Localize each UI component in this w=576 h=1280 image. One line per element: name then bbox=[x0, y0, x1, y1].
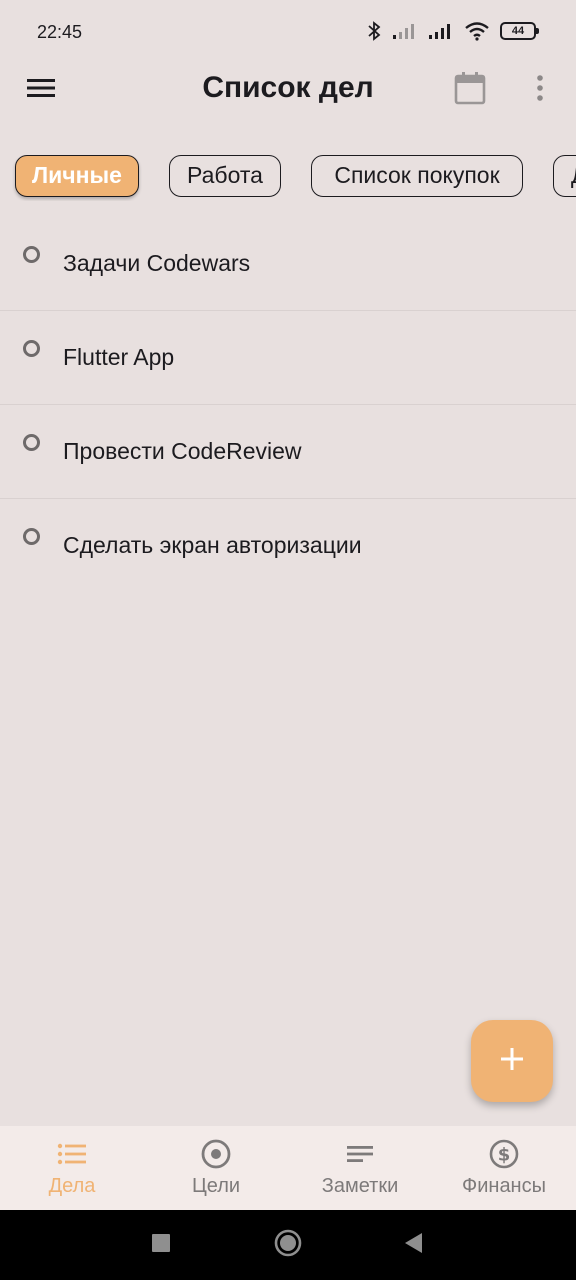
menu-button[interactable] bbox=[21, 70, 61, 110]
wifi-icon bbox=[464, 21, 490, 41]
nav-label: Дела bbox=[48, 1175, 96, 1197]
add-task-button[interactable] bbox=[471, 1020, 553, 1102]
bluetooth-icon bbox=[366, 20, 382, 42]
nav-item-finance[interactable]: $ Финансы bbox=[432, 1126, 576, 1210]
app-bar: Список дел bbox=[0, 60, 576, 120]
radio-button[interactable] bbox=[23, 246, 40, 263]
plus-icon bbox=[500, 1047, 524, 1076]
notes-icon bbox=[344, 1138, 376, 1170]
list-item[interactable]: Задачи Codewars bbox=[0, 217, 576, 311]
circle-icon bbox=[274, 1229, 302, 1262]
chip-partial[interactable]: Д bbox=[553, 155, 576, 197]
list-item[interactable]: Flutter App bbox=[0, 311, 576, 405]
calendar-button[interactable] bbox=[450, 70, 490, 110]
nav-item-goals[interactable]: Цели bbox=[144, 1126, 288, 1210]
back-button[interactable] bbox=[398, 1230, 428, 1260]
signal-icon bbox=[428, 22, 454, 40]
chip-personal[interactable]: Личные bbox=[15, 155, 139, 197]
bottom-navigation: Дела Цели Заметки $ Финансы bbox=[0, 1126, 576, 1210]
nav-label: Цели bbox=[191, 1175, 241, 1197]
list-icon bbox=[56, 1138, 88, 1170]
todo-title: Сделать экран авторизации bbox=[63, 532, 362, 558]
square-icon bbox=[151, 1233, 171, 1258]
status-time: 22:45 bbox=[37, 22, 83, 42]
nav-item-notes[interactable]: Заметки bbox=[288, 1126, 432, 1210]
screen: 22:45 44 Список дел Личные Работа Список… bbox=[0, 0, 576, 1280]
menu-icon bbox=[27, 77, 55, 104]
radio-button[interactable] bbox=[23, 340, 40, 357]
status-bar: 22:45 44 bbox=[0, 0, 576, 60]
svg-text:$: $ bbox=[498, 1145, 511, 1166]
status-icons: 44 bbox=[366, 19, 539, 43]
todo-list: Задачи Codewars Flutter App Провести Cod… bbox=[0, 217, 576, 593]
chip-shopping-list[interactable]: Список покупок bbox=[311, 155, 523, 197]
signal-icon bbox=[392, 22, 418, 40]
target-icon bbox=[200, 1138, 232, 1170]
home-button[interactable] bbox=[273, 1229, 303, 1262]
calendar-icon bbox=[454, 71, 486, 110]
category-chips: Личные Работа Список покупок Д bbox=[0, 155, 576, 201]
nav-item-tasks[interactable]: Дела bbox=[0, 1126, 144, 1210]
back-triangle-icon bbox=[403, 1232, 423, 1259]
battery-level: 44 bbox=[511, 24, 525, 37]
dollar-icon: $ bbox=[488, 1138, 520, 1170]
nav-label: Заметки bbox=[321, 1175, 399, 1197]
todo-title: Flutter App bbox=[63, 344, 175, 370]
nav-label: Финансы bbox=[462, 1175, 546, 1197]
recents-button[interactable] bbox=[146, 1230, 176, 1260]
more-options-button[interactable] bbox=[520, 70, 560, 110]
list-item[interactable]: Провести CodeReview bbox=[0, 405, 576, 499]
chip-work[interactable]: Работа bbox=[169, 155, 281, 197]
radio-button[interactable] bbox=[23, 528, 40, 545]
todo-title: Задачи Codewars bbox=[63, 250, 251, 276]
radio-button[interactable] bbox=[23, 434, 40, 451]
more-vert-icon bbox=[536, 74, 544, 106]
todo-title: Провести CodeReview bbox=[63, 438, 302, 464]
battery-icon: 44 bbox=[500, 22, 539, 40]
list-item[interactable]: Сделать экран авторизации bbox=[0, 499, 576, 593]
system-navigation-bar bbox=[0, 1210, 576, 1280]
